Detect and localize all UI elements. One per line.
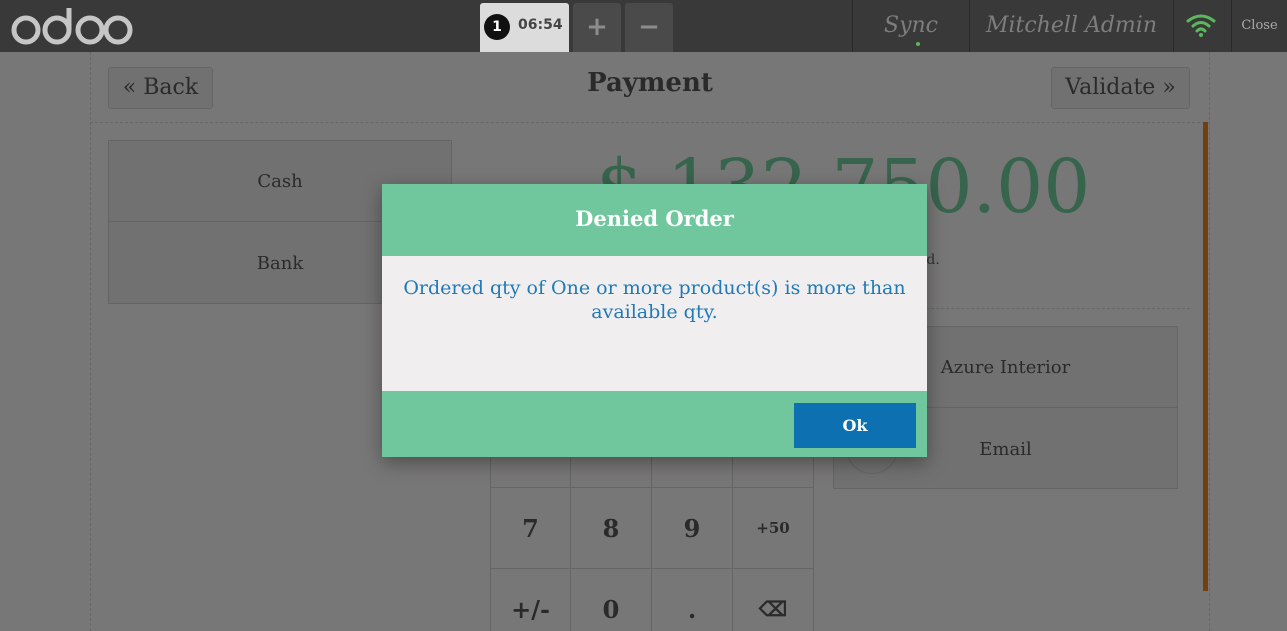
user-name[interactable]: Mitchell Admin: [970, 0, 1173, 52]
top-bar: 1 06:54 + − Sync Mitchell Admin Close: [0, 0, 1287, 52]
ok-button[interactable]: Ok: [794, 403, 916, 448]
sync-button[interactable]: Sync: [853, 0, 969, 52]
order-number-badge: 1: [484, 14, 510, 40]
wifi-icon: [1186, 14, 1216, 37]
popup-footer: Ok: [382, 391, 927, 457]
denied-order-popup: Denied Order Ordered qty of One or more …: [382, 184, 927, 457]
popup-message: Ordered qty of One or more product(s) is…: [403, 277, 906, 323]
close-button[interactable]: Close: [1232, 0, 1287, 52]
sync-status-dot: [916, 42, 920, 46]
order-time: 06:54: [518, 17, 563, 33]
remove-order-button[interactable]: −: [625, 3, 673, 52]
order-tab[interactable]: 1 06:54: [480, 3, 569, 52]
odoo-logo: [11, 8, 133, 45]
add-order-button[interactable]: +: [573, 3, 621, 52]
divider: [1173, 0, 1174, 52]
popup-title: Denied Order: [382, 184, 927, 256]
